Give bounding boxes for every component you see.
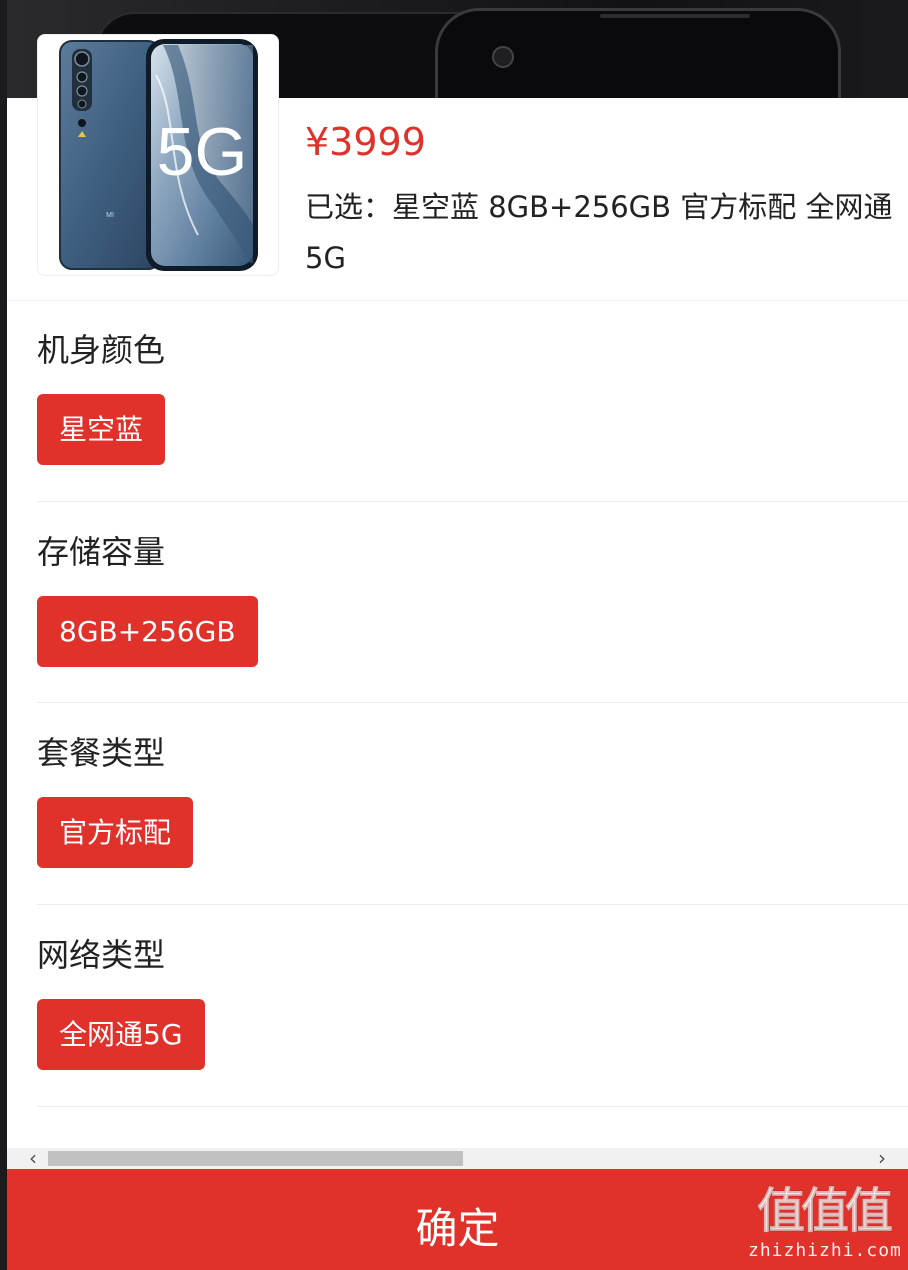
option-package-standard[interactable]: 官方标配	[37, 797, 194, 868]
spec-selector-sheet: MI 5G ¥3999 已选：星空蓝 8GB+256GB 官方标配 全网通5G …	[0, 0, 908, 1270]
spec-group-title: 机身颜色	[37, 331, 166, 369]
spec-group-title: 网络类型	[37, 936, 166, 974]
watermark-logo: 值值值	[756, 1183, 893, 1240]
scrollbar-thumb[interactable]	[48, 1151, 463, 1166]
option-color-starry-blue[interactable]: 星空蓝	[37, 394, 166, 465]
left-edge	[0, 0, 7, 1270]
site-watermark: 值值值 zhizhizhi.com	[748, 1180, 902, 1266]
banner-camera	[492, 46, 514, 68]
spec-group-title: 套餐类型	[37, 734, 166, 772]
product-thumbnail: MI 5G	[37, 34, 279, 276]
group-divider	[37, 501, 908, 502]
horizontal-scrollbar[interactable]: ‹ ›	[7, 1148, 908, 1169]
phone-image: MI 5G	[59, 39, 258, 271]
chevron-left-icon[interactable]: ‹	[21, 1148, 45, 1169]
banner-earpiece	[600, 14, 750, 18]
group-divider	[37, 1106, 908, 1107]
option-network-5g[interactable]: 全网通5G	[37, 999, 205, 1070]
chevron-right-icon[interactable]: ›	[870, 1148, 894, 1169]
group-divider	[37, 702, 908, 703]
spec-group-title: 存储容量	[37, 533, 166, 571]
header-divider	[7, 300, 908, 301]
product-price: ¥3999	[305, 120, 426, 164]
watermark-domain: zhizhizhi.com	[748, 1240, 902, 1261]
selected-spec-summary: 已选：星空蓝 8GB+256GB 官方标配 全网通5G	[305, 190, 893, 275]
brand-mark: MI	[106, 212, 114, 219]
image-5g-badge: 5G	[157, 114, 248, 190]
group-divider	[37, 904, 908, 905]
option-storage-8-256[interactable]: 8GB+256GB	[37, 596, 258, 667]
